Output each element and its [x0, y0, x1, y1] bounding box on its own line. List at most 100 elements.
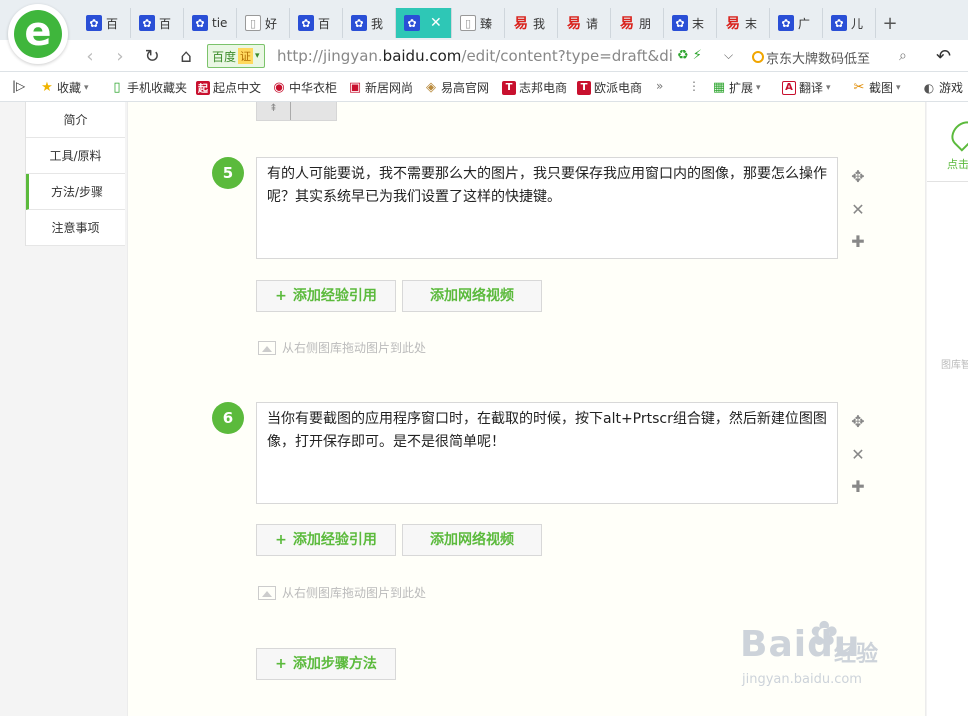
bookmark-extensions[interactable]: ▦ 扩展 ▾: [712, 79, 761, 96]
chevron-down-icon: ▾: [255, 51, 260, 61]
move-icon[interactable]: ✥: [848, 412, 868, 432]
search-input[interactable]: 京东大牌数码低至: [752, 46, 920, 68]
document-icon: ▯: [460, 15, 476, 31]
browser-tab[interactable]: ✿ 广: [770, 8, 823, 38]
menu-dots-icon[interactable]: ⋮: [688, 79, 700, 93]
baidu-paw-icon: ✿: [298, 15, 314, 31]
browser-tab[interactable]: ▯ 好: [237, 8, 290, 38]
puzzle-icon: ▦: [712, 80, 726, 95]
baidu-paw-icon: ✿: [404, 15, 420, 31]
baidu-paw-icon: ✿: [672, 15, 688, 31]
t-brand-icon: T: [577, 80, 591, 95]
outline-item-notes[interactable]: 注意事项: [26, 210, 125, 246]
security-badge[interactable]: 百度 证 ▾: [207, 44, 265, 68]
red-site-icon: 易: [726, 16, 740, 32]
library-label: 图库智: [941, 360, 968, 371]
bookmark-mobile[interactable]: ▯ 手机收藏夹: [110, 79, 187, 96]
t-brand-icon: T: [502, 80, 516, 95]
bookmark-translate[interactable]: A 翻译 ▾: [782, 79, 831, 96]
gamepad-icon: ◐: [923, 80, 935, 95]
add-icon[interactable]: ✚: [848, 477, 868, 497]
sidebar-toggle-icon[interactable]: |▷: [12, 79, 25, 93]
article-outline: 简介 工具/原料 方法/步骤 注意事项: [25, 102, 125, 246]
bookmark-qidian[interactable]: 起起点中文: [196, 79, 261, 96]
browser-tab[interactable]: ✿ 末: [664, 8, 717, 38]
leaf-icon: [946, 116, 968, 152]
more-bookmarks-icon[interactable]: »: [656, 79, 663, 93]
image-drop-zone[interactable]: 从右侧图库拖动图片到此处: [258, 339, 426, 356]
step-text-editor[interactable]: 有的人可能要说，我不需要那么大的图片，我只要保存我应用窗口内的图像，那要怎么操作…: [256, 157, 838, 259]
browser-tab[interactable]: ▯ 臻: [452, 8, 505, 38]
browser-tab[interactable]: ✿ 儿: [823, 8, 876, 38]
url-field[interactable]: http://jingyan.baidu.com/edit/content?ty…: [277, 47, 673, 65]
red-site-icon: 易: [620, 16, 634, 32]
bookmark-oupai[interactable]: T 欧派电商: [577, 79, 642, 96]
phone-icon: ▯: [113, 80, 121, 95]
home-icon[interactable]: ⌂: [174, 44, 198, 68]
delete-icon[interactable]: ✕: [848, 445, 868, 465]
scissors-icon: ✂: [853, 80, 865, 95]
image-icon: [258, 585, 276, 600]
baidu-paw-icon: ✿: [192, 15, 208, 31]
search-icon[interactable]: ⌕: [899, 48, 907, 64]
upload-area[interactable]: 点击: [927, 102, 968, 182]
lightning-icon[interactable]: ⚡: [693, 48, 702, 63]
browser-tab-active[interactable]: ✿ ✕: [396, 8, 452, 38]
chevron-down-icon: ▾: [896, 82, 901, 93]
bookmark-favorites[interactable]: ★ 收藏 ▾: [40, 79, 89, 96]
chevron-down-icon: ▾: [826, 82, 831, 93]
delete-icon[interactable]: ✕: [848, 200, 868, 220]
add-step-button[interactable]: + 添加步骤方法: [256, 648, 396, 680]
bookmark-zhibang[interactable]: T 志邦电商: [502, 79, 567, 96]
outline-item-steps[interactable]: 方法/步骤: [26, 174, 125, 210]
red-site-icon: 易: [567, 16, 581, 32]
add-icon[interactable]: ✚: [848, 232, 868, 252]
new-tab-button[interactable]: +: [876, 8, 904, 38]
outline-item-tools[interactable]: 工具/原料: [26, 138, 125, 174]
add-reference-button[interactable]: + 添加经验引用: [256, 280, 396, 312]
bookmark-zhonghua[interactable]: ◉ 中华衣柜: [272, 79, 337, 96]
add-video-button[interactable]: 添加网络视频: [402, 524, 542, 556]
back-icon[interactable]: ‹: [78, 44, 102, 68]
browser-tab[interactable]: ✿ tie: [184, 8, 237, 38]
step-text-editor[interactable]: 当你有要截图的应用程序窗口时，在截取的时候，按下alt+Prtscr组合键，然后…: [256, 402, 838, 504]
star-icon: ★: [41, 80, 53, 95]
close-tab-icon[interactable]: ✕: [430, 15, 442, 31]
chevron-down-icon: ▾: [756, 82, 761, 93]
image-thumbnail-stub[interactable]: ⇞: [256, 102, 337, 121]
qidian-icon: 起: [196, 80, 210, 95]
browser-tab[interactable]: ✿ 百: [78, 8, 131, 38]
image-drop-zone[interactable]: 从右侧图库拖动图片到此处: [258, 584, 426, 601]
bookmark-games[interactable]: ◐ 游戏: [922, 79, 963, 96]
baidu-jingyan-watermark: ✿ Baidu 经验 jingyan.baidu.com: [740, 614, 879, 687]
image-library-panel: 点击 图库智: [927, 102, 968, 716]
chevron-down-icon[interactable]: ⌵: [724, 48, 733, 63]
browser-tab[interactable]: 易末: [717, 8, 770, 38]
chevron-down-icon: ▾: [84, 82, 89, 93]
bookmark-screenshot[interactable]: ✂ 截图 ▾: [852, 79, 901, 96]
browser-tab[interactable]: ✿ 百: [131, 8, 184, 38]
baidu-paw-icon: ✿: [139, 15, 155, 31]
browser-tab[interactable]: 易请: [558, 8, 611, 38]
baidu-paw-icon: ✿: [86, 15, 102, 31]
bookmarks-bar: |▷ ★ 收藏 ▾ ▯ 手机收藏夹 起起点中文 ◉ 中华衣柜 ▣ 新居网尚 ◈ 易高官网 T…: [0, 72, 968, 102]
move-icon[interactable]: ✥: [848, 167, 868, 187]
browser-tab[interactable]: ✿ 我: [343, 8, 396, 38]
red-site-icon: 易: [514, 16, 528, 32]
add-reference-button[interactable]: + 添加经验引用: [256, 524, 396, 556]
undo-icon[interactable]: ↶: [936, 46, 951, 67]
browser-tab[interactable]: ✿ 百: [290, 8, 343, 38]
browser-logo-icon[interactable]: e: [8, 4, 68, 64]
bookmark-yigao[interactable]: ◈ 易高官网: [424, 79, 489, 96]
outline-item-intro[interactable]: 简介: [26, 102, 125, 138]
reload-icon[interactable]: ↻: [140, 44, 164, 68]
zhonghua-icon: ◉: [273, 80, 285, 95]
browser-tab[interactable]: 易我: [505, 8, 558, 38]
bookmark-xinju[interactable]: ▣ 新居网尚: [348, 79, 413, 96]
browser-tab[interactable]: 易朋: [611, 8, 664, 38]
baidu-paw-icon: ✿: [351, 15, 367, 31]
forward-icon[interactable]: ›: [108, 44, 132, 68]
translate-icon: A: [782, 80, 796, 95]
add-video-button[interactable]: 添加网络视频: [402, 280, 542, 312]
recycle-icon[interactable]: ♻ ⚡: [677, 48, 702, 63]
